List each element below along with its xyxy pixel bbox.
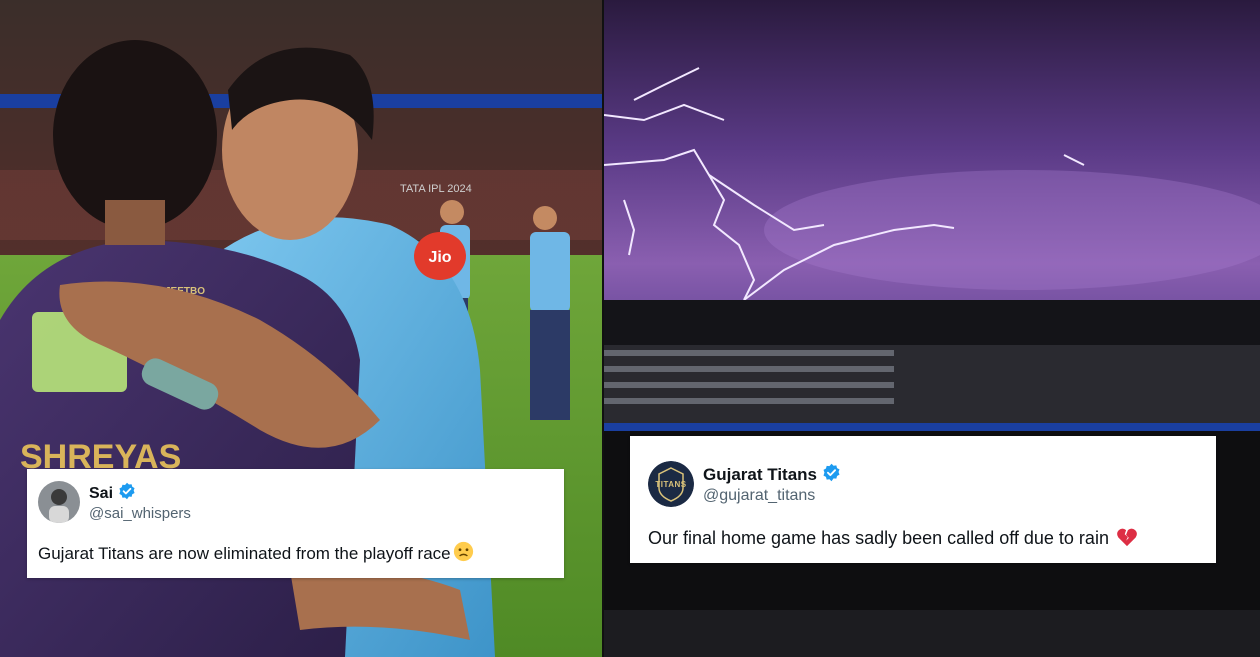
tweet-text-content: Our final home game has sadly been calle…	[648, 528, 1109, 548]
left-photo-panel: TATA IPL 2024 Jio JEETBO SHREYAS Sai @sa…	[0, 0, 602, 657]
avatar-label: TITANS	[655, 479, 687, 489]
display-name[interactable]: Sai	[89, 485, 113, 503]
user-avatar-icon	[38, 481, 80, 523]
tweet-card-sai[interactable]: Sai @sai_whispers Gujarat Titans are now…	[27, 469, 564, 578]
background-coach	[530, 206, 570, 420]
user-handle[interactable]: @sai_whispers	[89, 505, 191, 522]
slightly-frowning-face-icon	[453, 541, 474, 567]
tweet-card-gujarat-titans[interactable]: TITANS Gujarat Titans @gujarat_titans Ou…	[630, 436, 1216, 563]
broken-heart-icon	[1116, 527, 1138, 552]
right-photo-panel: TITANS Gujarat Titans @gujarat_titans Ou…	[604, 0, 1260, 657]
avatar[interactable]	[38, 481, 80, 523]
stadium-board-text: TATA IPL 2024	[400, 183, 472, 195]
tweet-text: Gujarat Titans are now eliminated from t…	[38, 541, 474, 567]
jio-logo-text: Jio	[428, 249, 451, 266]
display-name[interactable]: Gujarat Titans	[703, 465, 817, 485]
user-handle[interactable]: @gujarat_titans	[703, 487, 815, 505]
avatar[interactable]: TITANS	[648, 461, 694, 507]
tweet-text: Our final home game has sadly been calle…	[648, 527, 1138, 552]
tweet-text-content: Gujarat Titans are now eliminated from t…	[38, 544, 451, 563]
verified-badge-icon	[118, 482, 136, 505]
stadium-led-board	[604, 423, 1260, 431]
verified-badge-icon	[822, 463, 841, 487]
